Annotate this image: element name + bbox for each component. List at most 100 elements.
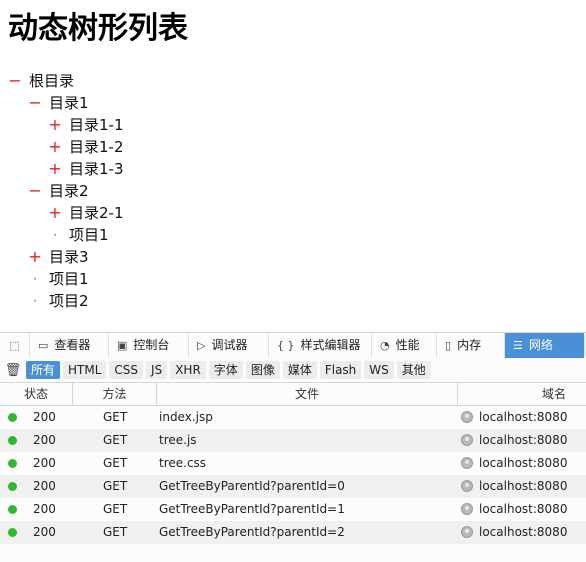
- tab-debugger[interactable]: ▷ 调试器: [189, 333, 269, 358]
- tab-performance[interactable]: ◔ 性能: [372, 333, 437, 358]
- expand-icon[interactable]: +: [48, 158, 62, 180]
- devtools-toolbar: ⬚ ▭ 查看器 ▣ 控制台 ▷ 调试器 { } 样式编辑器 ◔ 性能 ▯ 内存 ☰ 网络: [0, 333, 586, 359]
- tab-inspector[interactable]: ▭ 查看器: [30, 333, 109, 358]
- leaf-bullet-icon: ·: [33, 272, 37, 286]
- table-row[interactable]: 200 GET GetTreeByParentId?parentId=2 localh…: [0, 521, 586, 544]
- cell-status: 200: [33, 502, 56, 516]
- cell-file: GetTreeByParentId?parentId=0: [159, 479, 345, 493]
- globe-icon: [461, 411, 473, 423]
- leaf-bullet-icon: ·: [33, 294, 37, 308]
- page-title: 动态树形列表: [8, 11, 188, 46]
- table-row[interactable]: 200 GET index.jsp localhost:8080: [0, 406, 586, 429]
- status-ok-icon: [8, 482, 17, 491]
- tree-node[interactable]: · 项目1: [0, 268, 586, 290]
- globe-icon: [461, 457, 473, 469]
- tab-memory[interactable]: ▯ 内存: [437, 333, 505, 358]
- debugger-icon: ▷: [197, 339, 206, 352]
- tree-node[interactable]: − 目录1: [0, 92, 586, 114]
- braces-icon: { }: [277, 339, 295, 352]
- network-icon: ☰: [513, 339, 523, 352]
- cell-status: 200: [33, 525, 56, 539]
- expand-icon[interactable]: +: [48, 114, 62, 136]
- globe-icon: [461, 434, 473, 446]
- column-domain[interactable]: 域名: [458, 383, 586, 405]
- status-ok-icon: [8, 459, 17, 468]
- tree-node-label[interactable]: 目录3: [49, 246, 89, 268]
- tree-node[interactable]: + 目录1-1: [0, 114, 586, 136]
- filter-html[interactable]: HTML: [63, 361, 107, 379]
- cell-status: 200: [33, 456, 56, 470]
- pick-element-button[interactable]: ⬚: [0, 333, 30, 358]
- filter-js[interactable]: JS: [146, 361, 168, 379]
- tree-node-label[interactable]: 目录2: [49, 180, 89, 202]
- filter-媒体[interactable]: 媒体: [282, 361, 317, 379]
- tab-label: 性能: [395, 338, 420, 352]
- cell-status: 200: [33, 433, 56, 447]
- table-row[interactable]: 200 GET GetTreeByParentId?parentId=1 localh…: [0, 498, 586, 521]
- memory-chip-icon: ▯: [445, 339, 452, 352]
- gauge-icon: ◔: [380, 339, 390, 352]
- filter-图像[interactable]: 图像: [245, 361, 280, 379]
- tree-node[interactable]: + 目录1-2: [0, 136, 586, 158]
- filter-所有[interactable]: 所有: [26, 361, 61, 379]
- tree-node-label[interactable]: 根目录: [29, 70, 74, 92]
- expand-icon[interactable]: +: [48, 202, 62, 224]
- tab-label: 控制台: [133, 338, 170, 352]
- table-row[interactable]: 200 GET tree.css localhost:8080: [0, 452, 586, 475]
- filter-ws[interactable]: WS: [364, 361, 394, 379]
- tree-node-label[interactable]: 目录1-3: [69, 158, 124, 180]
- table-row[interactable]: 200 GET tree.js localhost:8080: [0, 429, 586, 452]
- trash-icon[interactable]: 🗑: [0, 363, 26, 378]
- tree-node[interactable]: · 项目2: [0, 290, 586, 312]
- collapse-icon[interactable]: −: [28, 180, 42, 202]
- tree-node[interactable]: − 目录2: [0, 180, 586, 202]
- tree-node[interactable]: + 目录2-1: [0, 202, 586, 224]
- cell-method: GET: [103, 410, 128, 424]
- column-file[interactable]: 文件: [157, 383, 457, 405]
- tab-network[interactable]: ☰ 网络: [505, 333, 585, 358]
- network-filter-bar: 🗑 所有 HTML CSS JS XHR 字体 图像 媒体 Flash WS 其他: [0, 358, 586, 383]
- tab-label: 查看器: [54, 338, 91, 352]
- tab-label: 网络: [528, 338, 553, 352]
- expand-icon[interactable]: +: [48, 136, 62, 158]
- collapse-icon[interactable]: −: [28, 92, 42, 114]
- cell-method: GET: [103, 502, 128, 516]
- column-status[interactable]: 状态: [0, 383, 72, 405]
- cell-file: tree.js: [159, 433, 197, 447]
- network-request-list: 200 GET index.jsp localhost:8080 200 GET tree.…: [0, 406, 586, 544]
- cell-file: tree.css: [159, 456, 207, 470]
- table-row[interactable]: 200 GET GetTreeByParentId?parentId=0 localh…: [0, 475, 586, 498]
- filter-css[interactable]: CSS: [109, 361, 144, 379]
- column-method[interactable]: 方法: [73, 383, 156, 405]
- filter-flash[interactable]: Flash: [319, 361, 362, 379]
- tree-node-label[interactable]: 项目1: [49, 268, 89, 290]
- cell-method: GET: [103, 433, 128, 447]
- filter-字体[interactable]: 字体: [208, 361, 243, 379]
- cell-method: GET: [103, 479, 128, 493]
- tree-node[interactable]: · 项目1: [0, 224, 586, 246]
- filter-xhr[interactable]: XHR: [170, 361, 206, 379]
- tree-node[interactable]: + 目录3: [0, 246, 586, 268]
- cell-file: GetTreeByParentId?parentId=2: [159, 525, 345, 539]
- cell-file: GetTreeByParentId?parentId=1: [159, 502, 345, 516]
- tab-console[interactable]: ▣ 控制台: [109, 333, 189, 358]
- collapse-icon[interactable]: −: [8, 70, 22, 92]
- tree-node-label[interactable]: 项目2: [49, 290, 89, 312]
- devtools-panel: ⬚ ▭ 查看器 ▣ 控制台 ▷ 调试器 { } 样式编辑器 ◔ 性能 ▯ 内存 ☰ 网络 🗑 所有 HTML…: [0, 332, 586, 562]
- globe-icon: [461, 526, 473, 538]
- cell-domain: localhost:8080: [479, 433, 568, 447]
- tree-node-label[interactable]: 目录1: [49, 92, 89, 114]
- status-ok-icon: [8, 436, 17, 445]
- tree-node-label[interactable]: 目录1-1: [69, 114, 124, 136]
- tree-node-label[interactable]: 项目1: [69, 224, 109, 246]
- tree-node[interactable]: − 根目录: [0, 70, 586, 92]
- tree-node[interactable]: + 目录1-3: [0, 158, 586, 180]
- network-table-header: 状态 方法 文件 域名: [0, 383, 586, 406]
- expand-icon[interactable]: +: [28, 246, 42, 268]
- cell-status: 200: [33, 410, 56, 424]
- tree-node-label[interactable]: 目录1-2: [69, 136, 124, 158]
- tab-style-editor[interactable]: { } 样式编辑器: [269, 333, 372, 358]
- filter-其他[interactable]: 其他: [396, 361, 431, 379]
- status-ok-icon: [8, 528, 17, 537]
- tree-node-label[interactable]: 目录2-1: [69, 202, 124, 224]
